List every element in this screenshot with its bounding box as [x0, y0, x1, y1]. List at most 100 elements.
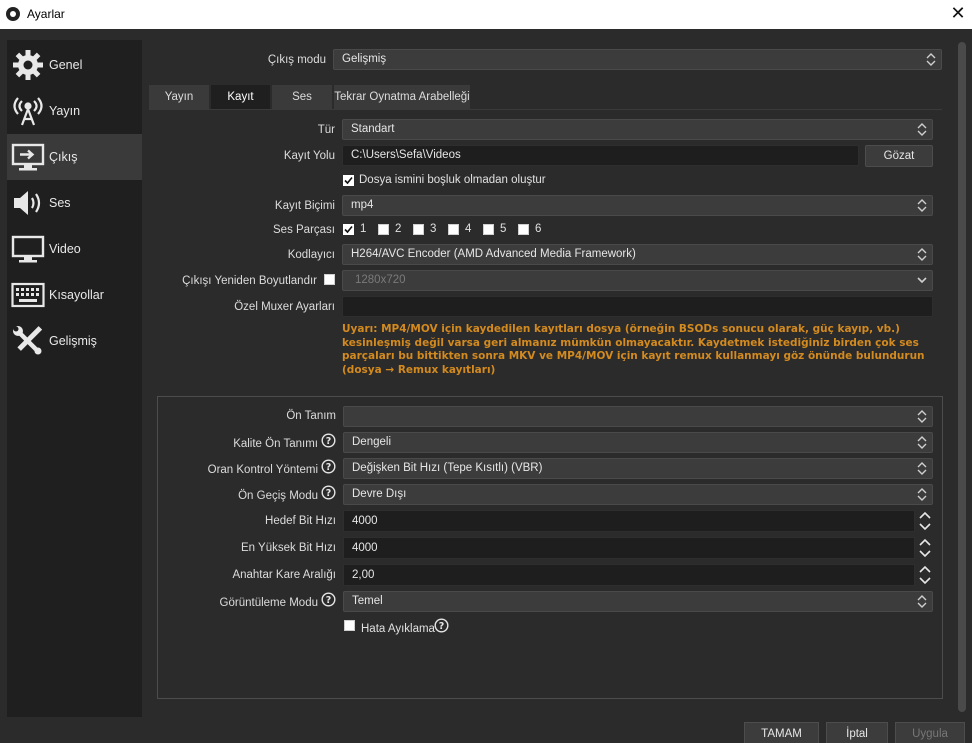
sidebar-item-genel[interactable]: Genel	[7, 42, 142, 88]
record-path-input[interactable]: C:\Users\Sefa\Videos	[342, 145, 859, 166]
quality-preset-select[interactable]: Dengeli	[343, 432, 933, 453]
prepass-value: Devre Dışı	[352, 488, 407, 500]
gear-icon	[7, 42, 49, 88]
keyframe-input[interactable]: 2,00	[343, 564, 931, 586]
view-mode-select[interactable]: Temel	[343, 591, 933, 612]
encoder-value: H264/AVC Encoder (AMD Advanced Media Fra…	[351, 248, 636, 260]
audio-track-2-label: 2	[395, 223, 402, 235]
updown-arrows-icon	[917, 488, 927, 501]
rescale-select[interactable]: 1280x720	[342, 270, 933, 291]
settings-sidebar: Genel Yayın Çıkış Ses Video Kısayollar G…	[7, 40, 142, 717]
max-bitrate-input[interactable]: 4000	[343, 537, 931, 559]
audio-track-4-label: 4	[465, 223, 472, 235]
svg-text:?: ?	[326, 436, 332, 447]
preset-label: Ön Tanım	[286, 410, 336, 422]
sidebar-item-yayin[interactable]: Yayın	[7, 88, 142, 134]
encoder-label: Kodlayıcı	[287, 249, 335, 261]
max-bitrate-label: En Yüksek Bit Hızı	[240, 542, 336, 554]
monitor-icon	[7, 226, 49, 272]
cancel-button[interactable]: İptal	[826, 722, 888, 743]
check-icon	[343, 175, 354, 186]
sidebar-item-gelismis[interactable]: Gelişmiş	[7, 318, 142, 364]
tab-kayit[interactable]: Kayıt	[211, 85, 271, 109]
sidebar-item-kisayollar[interactable]: Kısayollar	[7, 272, 142, 318]
output-mode-select[interactable]: Gelişmiş	[333, 49, 942, 70]
record-format-label: Kayıt Biçimi	[274, 200, 335, 212]
rate-control-value: Değişken Bit Hızı (Tepe Kısıtlı) (VBR)	[352, 462, 543, 474]
help-icon[interactable]: ?	[434, 618, 449, 633]
browse-button[interactable]: Gözat	[865, 145, 933, 167]
sidebar-item-video[interactable]: Video	[7, 226, 142, 272]
prepass-select[interactable]: Devre Dışı	[343, 484, 933, 505]
view-mode-value: Temel	[352, 595, 383, 607]
apply-button[interactable]: Uygula	[895, 722, 965, 743]
muxer-label: Özel Muxer Ayarları	[234, 301, 335, 313]
svg-text:?: ?	[326, 595, 332, 606]
spinbox-arrows-icon[interactable]	[916, 510, 934, 532]
updown-arrows-icon	[917, 199, 927, 212]
output-settings-panel: Çıkış modu Gelişmiş Yayın Kayıt Ses Tekr…	[142, 29, 960, 717]
tools-icon	[7, 318, 49, 364]
updown-arrows-icon	[917, 123, 927, 136]
rate-control-select[interactable]: Değişken Bit Hızı (Tepe Kısıtlı) (VBR)	[343, 458, 933, 479]
encoder-select[interactable]: H264/AVC Encoder (AMD Advanced Media Fra…	[342, 244, 933, 265]
rescale-checkbox[interactable]	[324, 274, 335, 285]
record-path-label: Kayıt Yolu	[283, 150, 335, 162]
sidebar-item-label: Yayın	[49, 104, 81, 118]
title-bar: Ayarlar ✕	[0, 0, 972, 29]
sidebar-item-label: Çıkış	[49, 150, 78, 164]
tab-yayin[interactable]: Yayın	[149, 85, 210, 109]
view-mode-label: Görüntüleme Modu	[219, 597, 318, 609]
no-space-label: Dosya ismini boşluk olmadan oluştur	[359, 174, 546, 186]
type-label: Tür	[317, 124, 335, 136]
no-space-checkbox[interactable]	[343, 175, 354, 186]
muxer-input[interactable]	[342, 296, 933, 317]
ok-button[interactable]: TAMAM	[744, 722, 819, 743]
type-select[interactable]: Standart	[342, 119, 933, 140]
debug-checkbox[interactable]	[344, 620, 355, 631]
audio-track-4-checkbox[interactable]	[448, 224, 459, 235]
tab-ses[interactable]: Ses	[272, 85, 333, 109]
audio-track-5-checkbox[interactable]	[483, 224, 494, 235]
record-format-select[interactable]: mp4	[342, 195, 933, 216]
updown-arrows-icon	[917, 436, 927, 449]
mp4-warning-text: Uyarı: MP4/MOV için kaydedilen kayıtları…	[342, 323, 925, 376]
audio-track-label: Ses Parçası	[273, 224, 335, 236]
help-icon[interactable]: ?	[321, 485, 336, 500]
target-bitrate-input[interactable]: 4000	[343, 510, 931, 532]
updown-arrows-icon	[917, 248, 927, 261]
chevron-down-icon	[917, 277, 927, 284]
sidebar-item-ses[interactable]: Ses	[7, 180, 142, 226]
audio-track-6-checkbox[interactable]	[518, 224, 529, 235]
help-icon[interactable]: ?	[321, 459, 336, 474]
audio-track-2-checkbox[interactable]	[378, 224, 389, 235]
preset-select[interactable]	[343, 406, 933, 427]
record-format-value: mp4	[351, 199, 374, 211]
vertical-scrollbar[interactable]	[956, 40, 972, 717]
rescale-label: Çıkışı Yeniden Boyutlandır	[182, 275, 317, 287]
updown-arrows-icon	[917, 595, 927, 608]
output-mode-value: Gelişmiş	[342, 53, 387, 65]
sidebar-item-label: Gelişmiş	[49, 334, 97, 348]
help-icon[interactable]: ?	[321, 592, 336, 607]
svg-text:?: ?	[439, 621, 445, 632]
audio-track-3-checkbox[interactable]	[413, 224, 424, 235]
broadcast-antenna-icon	[7, 88, 49, 134]
sidebar-item-cikis[interactable]: Çıkış	[7, 134, 142, 180]
keyframe-value: 2,00	[352, 569, 375, 581]
obs-logo-icon	[6, 7, 20, 21]
updown-arrows-icon	[917, 462, 927, 475]
prepass-label: Ön Geçiş Modu	[238, 490, 318, 502]
audio-track-5-label: 5	[500, 223, 507, 235]
max-bitrate-value: 4000	[352, 542, 378, 554]
tab-tekrar-oynatma[interactable]: Tekrar Oynatma Arabelleği	[334, 85, 471, 109]
help-icon[interactable]: ?	[321, 433, 336, 448]
keyframe-label: Anahtar Kare Aralığı	[232, 569, 336, 581]
scrollbar-thumb[interactable]	[958, 42, 966, 712]
close-icon[interactable]: ✕	[944, 0, 972, 29]
spinbox-arrows-icon[interactable]	[916, 564, 934, 586]
audio-track-1-checkbox[interactable]	[343, 224, 354, 235]
spinbox-arrows-icon[interactable]	[916, 537, 934, 559]
sidebar-item-label: Genel	[49, 58, 83, 72]
quality-preset-value: Dengeli	[352, 436, 391, 448]
